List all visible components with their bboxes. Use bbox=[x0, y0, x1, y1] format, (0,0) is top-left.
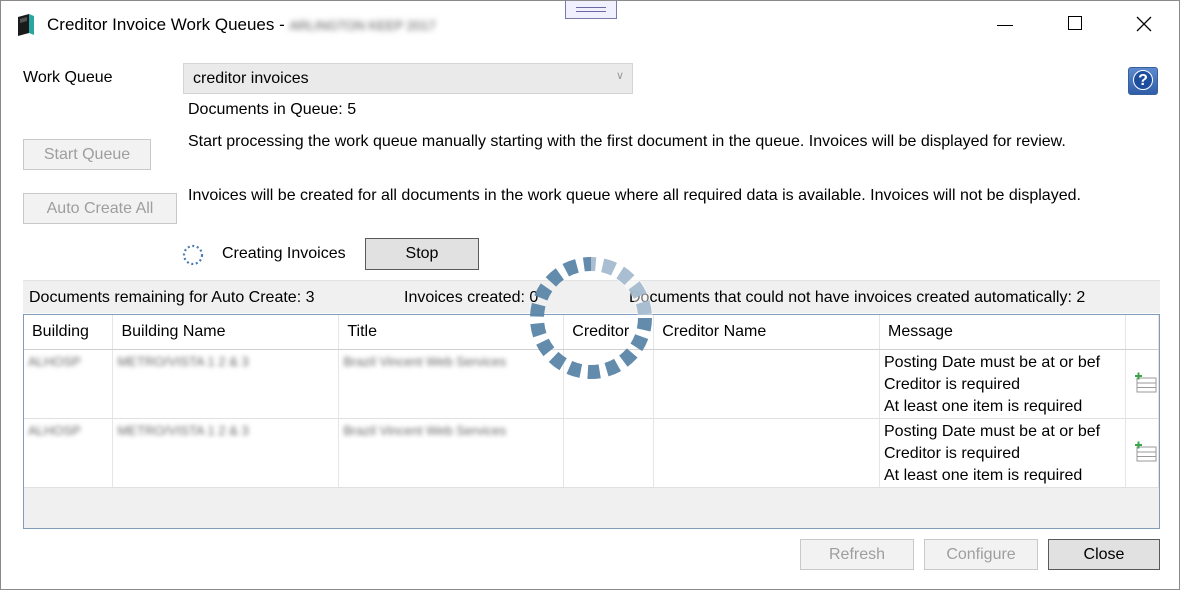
maximize-button[interactable] bbox=[1053, 1, 1099, 47]
auto-create-all-button[interactable]: Auto Create All bbox=[23, 193, 177, 224]
cell-message: Posting Date must be at or bef Creditor … bbox=[879, 418, 1126, 488]
message-line: Creditor is required bbox=[884, 444, 1021, 462]
message-line: At least one item is required bbox=[884, 397, 1083, 415]
cell-building: ALHOSP bbox=[24, 349, 114, 419]
close-window-button[interactable] bbox=[1121, 1, 1167, 47]
message-line: Posting Date must be at or bef bbox=[884, 422, 1101, 440]
documents-failed: Documents that could not have invoices c… bbox=[629, 289, 1086, 306]
window-title-redacted: ARLINGTON KEEP 2017 bbox=[289, 18, 436, 33]
loading-spinner-icon bbox=[181, 243, 205, 267]
configure-button[interactable]: Configure bbox=[924, 539, 1038, 570]
column-header-building[interactable]: Building bbox=[24, 315, 114, 350]
help-question-glyph: ? bbox=[1133, 70, 1153, 90]
cell-building-name-text: METRO/VISTA 1 2 & 3 bbox=[117, 353, 249, 369]
work-queue-label: Work Queue bbox=[23, 69, 113, 86]
cell-title-text: Brazil Vincent Web Services bbox=[343, 353, 507, 369]
message-line: Posting Date must be at or bef bbox=[884, 353, 1101, 371]
cell-building-name: METRO/VISTA 1 2 & 3 bbox=[112, 418, 340, 488]
stop-button[interactable]: Stop bbox=[365, 238, 479, 270]
cell-building-name: METRO/VISTA 1 2 & 3 bbox=[112, 349, 340, 419]
cell-building: ALHOSP bbox=[24, 418, 114, 488]
cell-building-text: ALHOSP bbox=[28, 422, 81, 438]
message-line: At least one item is required bbox=[884, 466, 1083, 484]
book-icon bbox=[15, 13, 37, 37]
title-bar[interactable]: Creditor Invoice Work Queues - ARLINGTON… bbox=[1, 1, 1179, 49]
refresh-button[interactable]: Refresh bbox=[800, 539, 914, 570]
start-queue-description: Start processing the work queue manually… bbox=[188, 133, 1066, 150]
cell-creditor-name bbox=[653, 349, 880, 419]
cell-action bbox=[1125, 349, 1160, 419]
cell-title-text: Brazil Vincent Web Services bbox=[343, 422, 507, 438]
auto-create-description: Invoices will be created for all documen… bbox=[188, 187, 1081, 204]
window-title: Creditor Invoice Work Queues - ARLINGTON… bbox=[47, 15, 436, 35]
help-icon[interactable]: ? bbox=[1128, 67, 1158, 95]
documents-remaining: Documents remaining for Auto Create: 3 bbox=[29, 289, 315, 306]
minimize-button[interactable] bbox=[983, 1, 1029, 47]
cell-creditor-name bbox=[653, 418, 880, 488]
close-icon bbox=[1136, 16, 1152, 32]
maximize-icon bbox=[1068, 16, 1082, 30]
documents-in-queue: Documents in Queue: 5 bbox=[188, 101, 357, 118]
work-queue-select[interactable]: creditor invoices ∨ bbox=[183, 63, 633, 94]
column-header-creditor-name[interactable]: Creditor Name bbox=[653, 315, 880, 350]
creating-invoices-label: Creating Invoices bbox=[222, 245, 346, 262]
cell-action bbox=[1125, 418, 1160, 488]
window-title-text: Creditor Invoice Work Queues - bbox=[47, 15, 290, 34]
column-header-actions bbox=[1125, 315, 1160, 350]
cell-building-text: ALHOSP bbox=[28, 353, 81, 369]
cell-creditor bbox=[563, 418, 655, 488]
cell-title: Brazil Vincent Web Services bbox=[338, 418, 565, 488]
chevron-down-icon: ∨ bbox=[615, 70, 624, 82]
cell-message: Posting Date must be at or bef Creditor … bbox=[879, 349, 1126, 419]
invoices-created: Invoices created: 0 bbox=[404, 289, 539, 306]
add-row-icon[interactable] bbox=[1134, 372, 1158, 394]
message-line: Creditor is required bbox=[884, 375, 1021, 393]
column-header-message[interactable]: Message bbox=[879, 315, 1126, 350]
busy-overlay-spinner bbox=[523, 250, 659, 386]
add-row-icon[interactable] bbox=[1134, 441, 1158, 463]
table-row[interactable]: ALHOSP METRO/VISTA 1 2 & 3 Brazil Vincen… bbox=[24, 418, 1160, 488]
drag-handle[interactable] bbox=[565, 1, 617, 19]
cell-building-name-text: METRO/VISTA 1 2 & 3 bbox=[117, 422, 249, 438]
dialog-window: Creditor Invoice Work Queues - ARLINGTON… bbox=[0, 0, 1180, 590]
work-queue-selected: creditor invoices bbox=[193, 70, 309, 87]
close-button[interactable]: Close bbox=[1048, 539, 1160, 570]
minimize-icon bbox=[997, 25, 1013, 26]
start-queue-button[interactable]: Start Queue bbox=[23, 139, 151, 170]
column-header-building-name[interactable]: Building Name bbox=[112, 315, 340, 350]
